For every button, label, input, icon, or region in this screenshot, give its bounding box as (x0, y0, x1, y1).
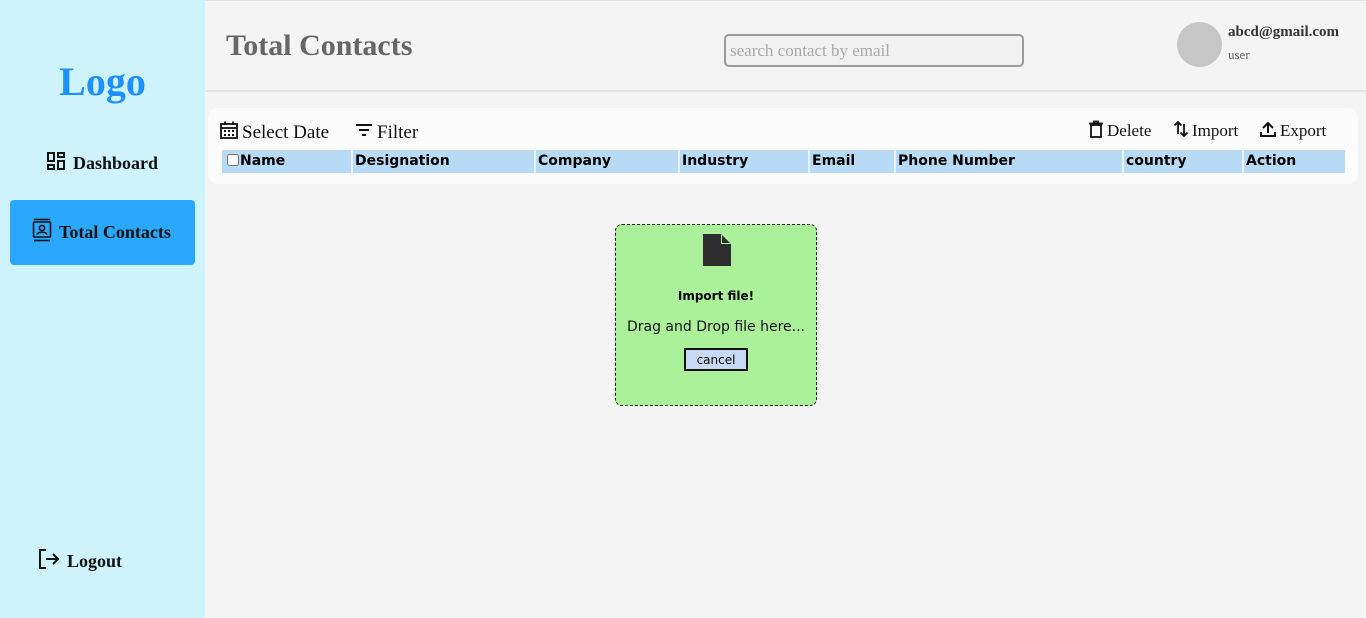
sidebar-item-label: Total Contacts (59, 222, 171, 242)
logout-button[interactable]: Logout (38, 548, 122, 574)
column-label: Name (240, 153, 286, 169)
calendar-icon (219, 120, 242, 146)
user-email: abcd@gmail.com (1228, 24, 1340, 40)
logout-label: Logout (67, 550, 123, 571)
file-icon (702, 233, 732, 272)
import-title: Import file! (677, 289, 755, 303)
column-header-designation: Designation (353, 150, 536, 173)
delete-label: Delete (1107, 121, 1152, 140)
trash-icon (1088, 120, 1107, 143)
import-hint: Drag and Drop file here... (626, 319, 806, 335)
avatar[interactable] (1177, 22, 1222, 67)
filter-button[interactable]: Filter (354, 121, 418, 145)
select-date-button[interactable]: Select Date (219, 121, 329, 145)
user-role: user (1228, 47, 1250, 62)
page-title: Total Contacts (226, 29, 413, 62)
column-header-action: Action (1246, 153, 1297, 169)
import-button[interactable]: Import (1173, 120, 1238, 142)
export-button[interactable]: Export (1259, 120, 1326, 142)
column-header-name: Name (222, 150, 353, 173)
delete-button[interactable]: Delete (1088, 120, 1151, 142)
filter-label: Filter (377, 122, 419, 143)
filter-icon (354, 120, 377, 146)
export-label: Export (1280, 121, 1327, 140)
contact-card-icon (32, 218, 59, 247)
import-arrows-icon (1173, 120, 1192, 143)
table-header-row: Name Designation Company Industry Email … (222, 150, 1345, 173)
logo: Logo (59, 59, 146, 104)
import-label: Import (1192, 121, 1239, 140)
sidebar-item-dashboard[interactable]: Dashboard (46, 150, 158, 176)
column-header-industry: Industry (680, 150, 810, 173)
logout-icon (38, 548, 67, 575)
sidebar-item-label: Dashboard (73, 152, 159, 173)
column-header-company: Company (536, 150, 680, 173)
column-header-phone-number: Phone Number (896, 150, 1124, 173)
column-header-email: Email (810, 150, 896, 173)
dashboard-grid-icon (46, 151, 73, 176)
column-header-country: country (1124, 150, 1244, 173)
sidebar-item-total-contacts[interactable]: Total Contacts (10, 200, 195, 265)
import-dropzone[interactable]: Import file! Drag and Drop file here... … (615, 224, 817, 406)
select-all-checkbox[interactable] (227, 154, 239, 166)
select-date-label: Select Date (242, 122, 330, 143)
cancel-button[interactable]: cancel (684, 348, 748, 371)
search-input[interactable] (724, 34, 1024, 67)
upload-icon (1259, 120, 1280, 143)
